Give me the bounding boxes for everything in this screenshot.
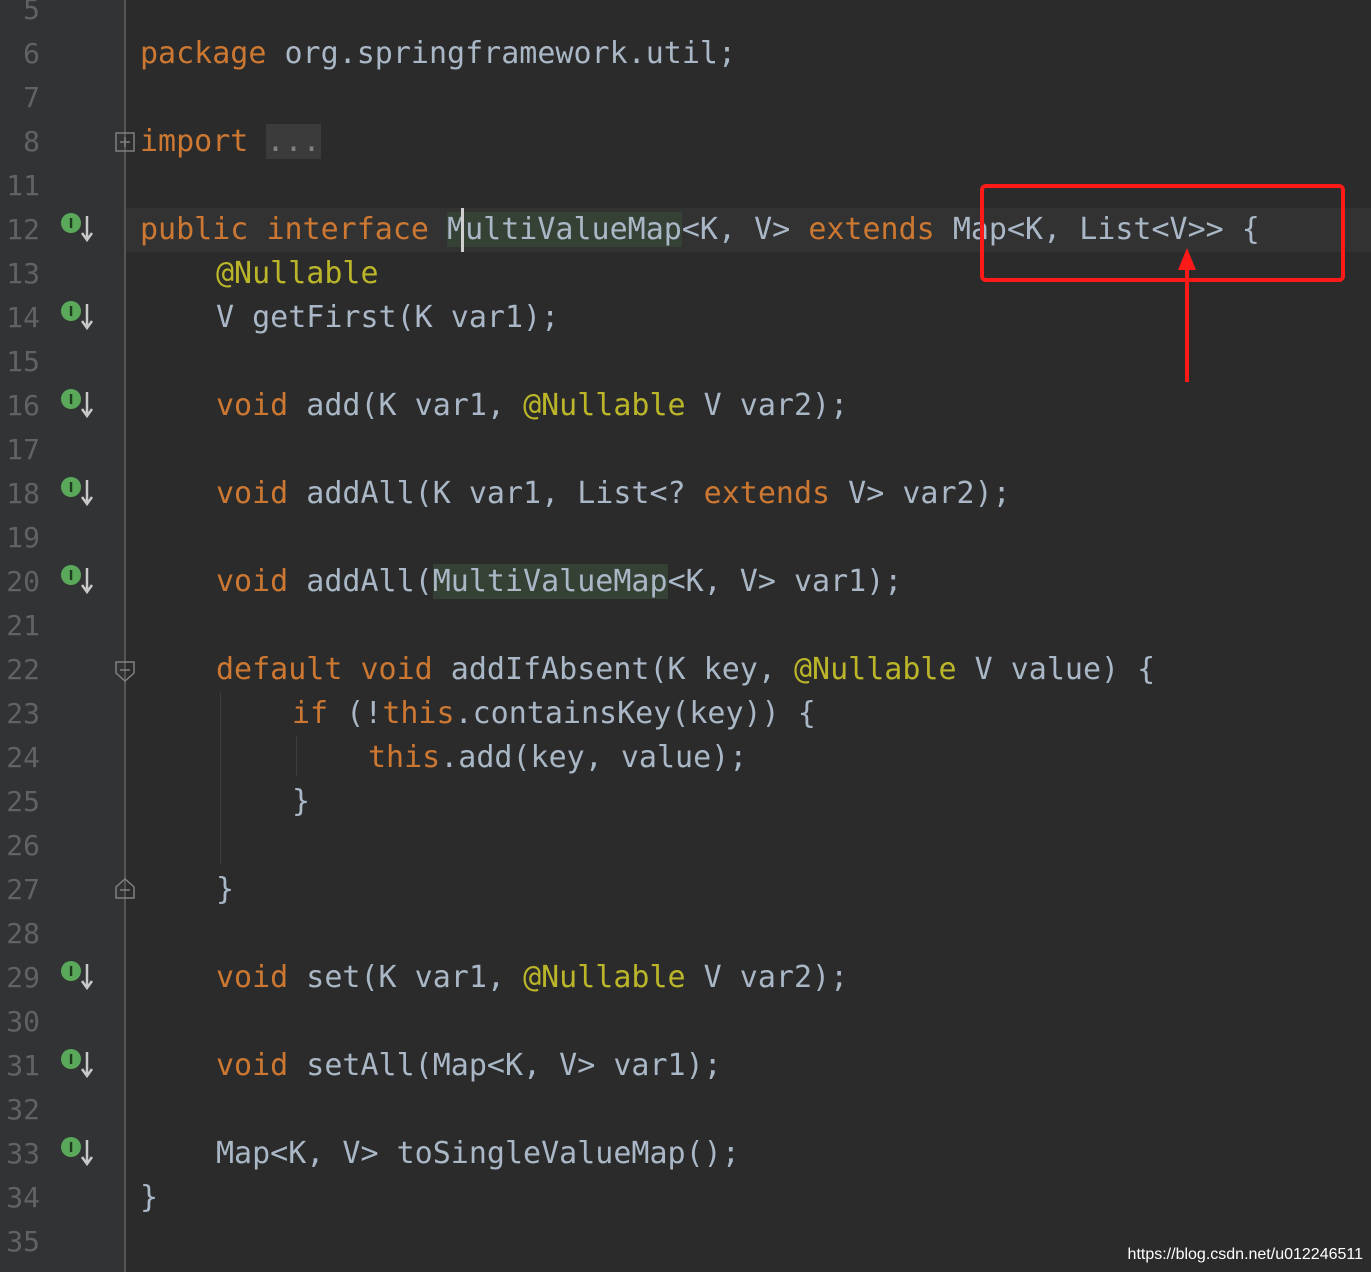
implemented-method-icon[interactable]: I [58,1046,94,1082]
indent-guide [296,736,297,776]
line-number: 28 [6,917,40,950]
line-number: 33 [6,1137,40,1170]
line-number: 12 [6,213,40,246]
implemented-method-icon[interactable]: I [58,210,94,246]
line-number: 17 [6,433,40,466]
line-number: 27 [6,873,40,906]
line-number: 18 [6,477,40,510]
line-number: 25 [6,785,40,818]
collapse-fold-icon[interactable] [114,660,136,682]
svg-text:I: I [69,1053,74,1068]
code-line-close-method: } [216,872,235,907]
code-line-if: if (!this.containsKey(key)) { [292,696,816,731]
watermark: https://blog.csdn.net/u012246511 [1127,1246,1363,1263]
code-line-add: void add(K var1, @Nullable V var2); [216,388,849,423]
line-number: 14 [6,301,40,334]
line-number: 6 [23,37,40,70]
code-line-getfirst: V getFirst(K var1); [216,300,560,335]
line-number: 34 [6,1181,40,1214]
code-line-import: import ... [140,124,321,159]
code-line-this-add: this.add(key, value); [368,740,748,775]
svg-text:I: I [69,305,74,320]
line-number: 21 [6,609,40,642]
text-caret [461,208,464,252]
expand-fold-icon[interactable] [114,131,136,153]
code-line-close-if: } [292,784,311,819]
code-line-setall: void setAll(Map<K, V> var1); [216,1048,722,1083]
implemented-method-icon[interactable]: I [58,386,94,422]
line-number: 24 [6,741,40,774]
line-number: 5 [23,0,40,26]
folded-imports[interactable]: ... [266,124,321,159]
code-line-addifabsent: default void addIfAbsent(K key, @Nullabl… [216,652,1156,687]
line-number: 23 [6,697,40,730]
line-number: 26 [6,829,40,862]
code-line-addall-list: void addAll(K var1, List<? extends V> va… [216,476,1011,511]
svg-text:I: I [69,1141,74,1156]
line-number: 30 [6,1005,40,1038]
line-number: 29 [6,961,40,994]
implemented-method-icon[interactable]: I [58,562,94,598]
code-line-annotation: @Nullable [216,256,379,291]
svg-text:I: I [69,569,74,584]
svg-text:I: I [69,965,74,980]
line-number: 15 [6,345,40,378]
line-number: 31 [6,1049,40,1082]
line-number: 8 [23,125,40,158]
line-number: 13 [6,257,40,290]
implemented-method-icon[interactable]: I [58,474,94,510]
collapse-fold-end-icon[interactable] [114,878,136,900]
svg-text:I: I [69,393,74,408]
svg-text:I: I [69,481,74,496]
implemented-method-icon[interactable]: I [58,1134,94,1170]
line-number: 7 [23,81,40,114]
implemented-method-icon[interactable]: I [58,298,94,334]
code-line-tosinglevaluemap: Map<K, V> toSingleValueMap(); [216,1136,740,1171]
line-number: 16 [6,389,40,422]
line-number: 19 [6,521,40,554]
code-line-close-interface: } [140,1180,159,1215]
annotation-arrow-icon [1178,248,1196,382]
line-number: 32 [6,1093,40,1126]
indent-guide [220,692,221,864]
implemented-method-icon[interactable]: I [58,958,94,994]
code-line-package: package org.springframework.util; [140,36,737,71]
line-number: 11 [6,169,40,202]
svg-text:I: I [69,217,74,232]
code-line-set: void set(K var1, @Nullable V var2); [216,960,849,995]
highlight-annotation-box [980,184,1345,282]
line-number: 35 [6,1225,40,1258]
code-line-addall-map: void addAll(MultiValueMap<K, V> var1); [216,564,903,599]
line-number: 20 [6,565,40,598]
line-number: 22 [6,653,40,686]
